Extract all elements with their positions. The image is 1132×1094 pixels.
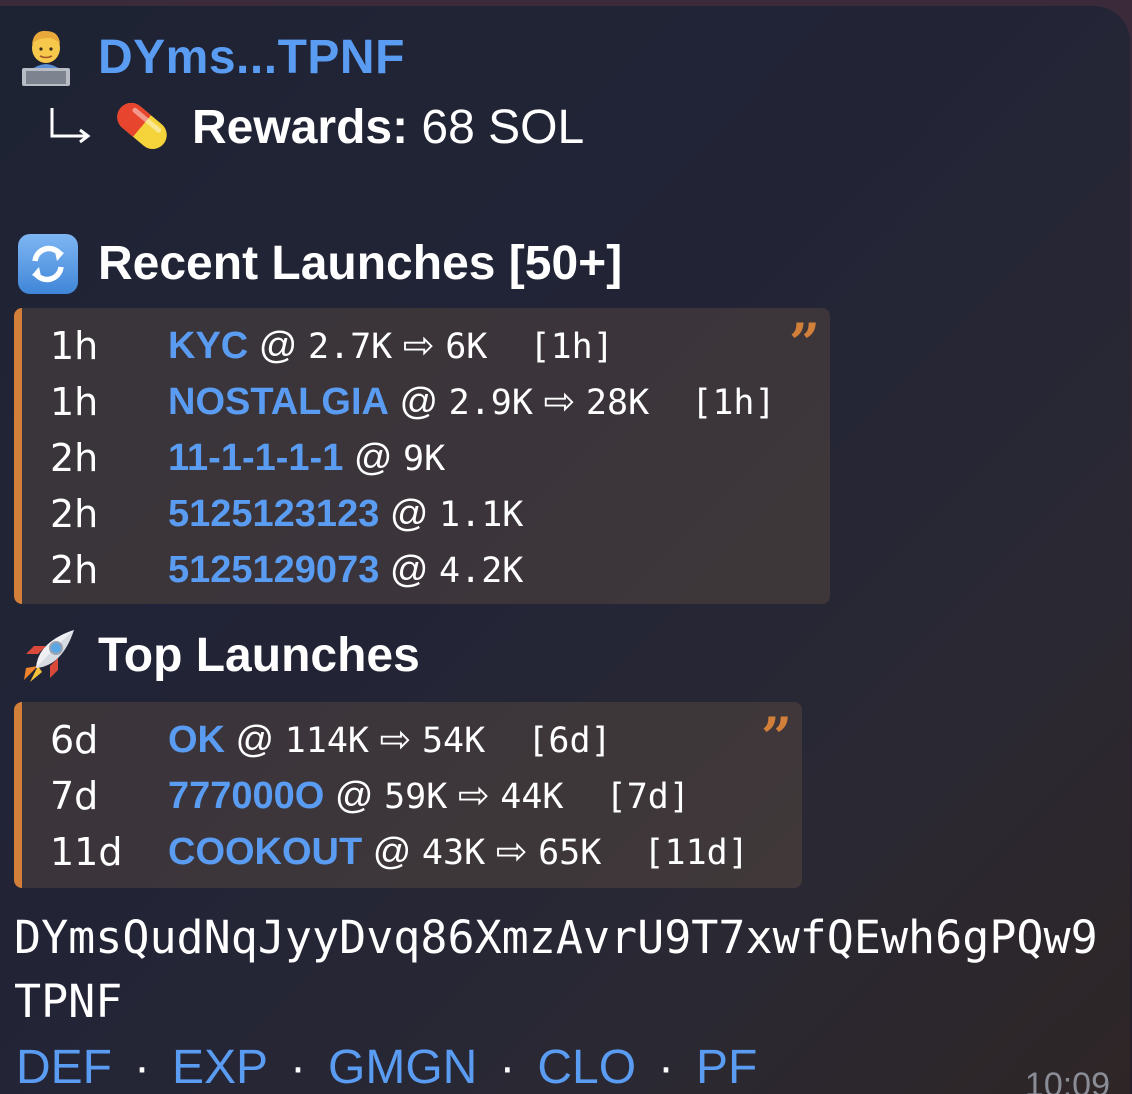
launch-age: 6d	[50, 718, 99, 762]
token-name-link[interactable]: 5125129073	[168, 549, 379, 591]
link-separator: ·	[134, 1041, 150, 1094]
peak-market-cap: 6K	[445, 327, 488, 367]
token-name-link[interactable]: NOSTALGIA	[168, 381, 389, 423]
link-exp[interactable]: EXP	[172, 1041, 268, 1094]
peak-market-cap: 65K	[538, 833, 602, 873]
peak-market-cap: 54K	[421, 721, 486, 761]
launch-age: 7d	[50, 774, 99, 818]
launch-duration: [7d]	[563, 777, 690, 817]
launch-info: 5125123123 @ 1.1K	[168, 486, 523, 543]
token-name-link[interactable]: 5125123123	[168, 493, 379, 535]
refresh-icon	[18, 234, 78, 294]
peak-market-cap: 44K	[500, 777, 564, 817]
launch-age: 2h	[50, 492, 99, 536]
launch-market-cap: 43K	[421, 833, 486, 873]
launch-info: 777000O @ 59K ⇨ 44K [7d]	[168, 768, 690, 825]
peak-market-cap: 28K	[585, 383, 650, 423]
launch-info: KYC @ 2.7K ⇨ 6K [1h]	[168, 318, 614, 375]
arrow-icon: ⇨	[447, 775, 501, 817]
launch-duration: [11d]	[601, 833, 749, 873]
arrow-icon: ⇨	[532, 381, 586, 423]
launch-info: NOSTALGIA @ 2.9K ⇨ 28K [1h]	[168, 374, 776, 431]
launch-duration: [1h]	[487, 327, 614, 367]
launch-age: 2h	[50, 436, 99, 480]
arrow-icon: ⇨	[369, 719, 422, 761]
arrow-icon: ⇨	[485, 831, 539, 873]
launch-market-cap: 4.2K	[439, 551, 524, 591]
link-gmgn[interactable]: GMGN	[328, 1041, 477, 1094]
technologist-icon	[22, 30, 70, 86]
launch-market-cap: 2.9K	[448, 383, 533, 423]
launch-market-cap: 59K	[384, 777, 448, 817]
arrow-icon: ⇨	[392, 325, 446, 367]
token-name-link[interactable]: 777000O	[168, 775, 324, 817]
launch-age: 1h	[50, 380, 99, 424]
launch-market-cap: 2.7K	[307, 327, 393, 367]
token-name-link[interactable]: 11-1-1-1-1	[168, 437, 343, 479]
at-sign: @	[388, 381, 449, 423]
message-timestamp: 10:09	[1024, 1066, 1110, 1094]
launch-duration: [6d]	[485, 721, 612, 761]
token-name-link[interactable]: KYC	[168, 325, 248, 367]
link-clo[interactable]: CLO	[537, 1041, 636, 1094]
link-separator: ·	[658, 1041, 675, 1094]
top-launches-title: Top Launches	[98, 629, 420, 682]
pill-icon	[117, 103, 167, 149]
launch-info: 5125129073 @ 4.2K	[168, 542, 523, 599]
link-separator: ·	[499, 1041, 516, 1094]
rewards-value: 68 SOL	[408, 101, 585, 154]
token-name-link[interactable]: OK	[168, 719, 225, 761]
top-launches-quote: ” 6d OK @ 114K ⇨ 54K [6d] 7d 777000O @ 59K …	[14, 702, 802, 888]
at-sign: @	[248, 325, 308, 367]
recent-launches-quote: ” 1h KYC @ 2.7K ⇨ 6K [1h] 1h NOSTALGIA @ 2.…	[14, 308, 830, 604]
recent-launches-title: Recent Launches [50+]	[98, 237, 623, 290]
at-sign: @	[362, 831, 422, 873]
at-sign: @	[343, 437, 404, 479]
launch-age: 2h	[50, 548, 99, 592]
rewards-line: Rewards: 68 SOL	[192, 100, 584, 155]
launch-age: 11d	[50, 830, 123, 874]
link-separator: ·	[290, 1041, 307, 1094]
at-sign: @	[324, 775, 385, 817]
sender-name-link[interactable]: DYms...TPNF	[98, 30, 405, 85]
token-address[interactable]: DYmsQudNqJyyDvq86XmzAvrU9T7xwfQEwh6gPQw9…	[14, 906, 1124, 1034]
launch-duration: [1h]	[649, 383, 776, 423]
launch-market-cap: 1.1K	[439, 495, 524, 535]
quote-icon: ”	[788, 311, 820, 375]
at-sign: @	[379, 493, 440, 535]
launch-market-cap: 114K	[284, 721, 369, 761]
rocket-icon	[24, 630, 74, 682]
message-bubble: DYms...TPNF Rewards: 68 SOL Recent Launc…	[0, 6, 1130, 1094]
quote-icon: ”	[760, 705, 792, 769]
quick-links: DEF · EXP · GMGN · CLO · PF	[16, 1040, 757, 1094]
link-pf[interactable]: PF	[696, 1041, 757, 1094]
token-name-link[interactable]: COOKOUT	[168, 831, 362, 873]
launch-age: 1h	[50, 324, 99, 368]
at-sign: @	[225, 719, 285, 761]
rewards-label: Rewards:	[192, 101, 409, 154]
launch-info: OK @ 114K ⇨ 54K [6d]	[168, 712, 612, 769]
return-arrow-icon	[50, 108, 91, 144]
launch-info: COOKOUT @ 43K ⇨ 65K [11d]	[168, 824, 749, 881]
launch-info: 11-1-1-1-1 @ 9K	[168, 430, 445, 487]
launch-market-cap: 9K	[403, 439, 446, 479]
at-sign: @	[379, 549, 440, 591]
link-def[interactable]: DEF	[16, 1041, 112, 1094]
